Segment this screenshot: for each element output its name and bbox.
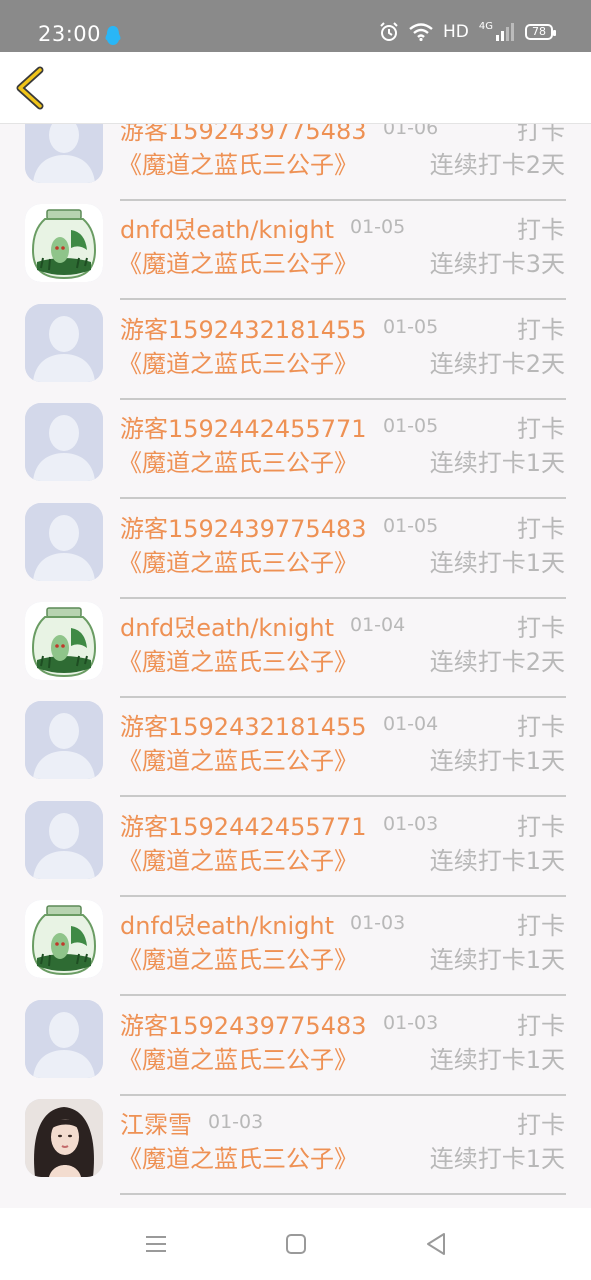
user-name[interactable]: 游客1592439775483 <box>120 124 367 146</box>
checkin-row[interactable]: dnfd뎠eath/knight 01-05 打卡《魔道之蓝氏三公子》 连续打卡3天 <box>0 182 591 301</box>
system-nav-bar <box>0 1208 591 1280</box>
streak-label: 连续打卡1天 <box>429 1045 565 1074</box>
streak-label: 连续打卡3天 <box>429 250 565 279</box>
checkin-action-label[interactable]: 打卡 <box>517 1006 565 1041</box>
streak-label: 连续打卡2天 <box>429 349 565 378</box>
avatar[interactable] <box>25 900 103 979</box>
avatar[interactable] <box>25 1098 103 1177</box>
checkin-row[interactable]: 游客1592432181455 01-04 打卡《魔道之蓝氏三公子》 连续打卡1天 <box>0 679 591 798</box>
streak-label: 连续打卡1天 <box>429 946 565 975</box>
checkin-row[interactable]: 游客1592439775483 01-05 打卡《魔道之蓝氏三公子》 连续打卡1天 <box>0 481 591 599</box>
checkin-action-label[interactable]: 打卡 <box>517 124 565 146</box>
checkin-row[interactable]: 游客1592442455771 01-05 打卡《魔道之蓝氏三公子》 连续打卡1天 <box>0 381 591 500</box>
checkin-date: 01-03 <box>383 1011 439 1034</box>
status-time: 23:00 <box>38 22 102 46</box>
avatar[interactable] <box>25 800 103 879</box>
book-title[interactable]: 《魔道之蓝氏三公子》 <box>118 443 358 478</box>
avatar[interactable] <box>25 204 103 283</box>
checkin-date: 01-05 <box>383 514 439 537</box>
user-name[interactable]: 游客1592439775483 <box>120 509 367 544</box>
user-name[interactable]: 游客1592442455771 <box>120 409 367 444</box>
avatar[interactable] <box>25 124 103 183</box>
battery-icon: 78 <box>525 24 556 40</box>
avatar[interactable] <box>25 999 103 1078</box>
network-type: HD <box>443 22 469 42</box>
checkin-action-label[interactable]: 打卡 <box>517 906 565 941</box>
user-name[interactable]: 游客1592432181455 <box>120 310 367 345</box>
user-name[interactable]: dnfd뎠eath/knight <box>120 906 334 941</box>
status-indicators: HD 4G 78 <box>379 20 556 42</box>
book-title[interactable]: 《魔道之蓝氏三公子》 <box>118 1139 358 1174</box>
wifi-icon <box>409 23 433 41</box>
streak-label: 连续打卡1天 <box>429 846 565 875</box>
avatar[interactable] <box>25 403 103 482</box>
checkin-date: 01-05 <box>383 415 439 438</box>
checkin-row[interactable]: 游客1592439775483 01-06 打卡《魔道之蓝氏三公子》 连续打卡2天 <box>0 124 591 201</box>
streak-label: 连续打卡1天 <box>429 1144 565 1173</box>
row-divider <box>120 1192 566 1195</box>
checkin-action-label[interactable]: 打卡 <box>517 1105 565 1140</box>
streak-label: 连续打卡2天 <box>429 151 565 179</box>
user-name[interactable]: dnfd뎠eath/knight <box>120 210 334 245</box>
checkin-row[interactable]: 游客1592432181455 01-05 打卡《魔道之蓝氏三公子》 连续打卡2天 <box>0 282 591 400</box>
chevron-left-icon <box>16 66 44 110</box>
checkin-date: 01-03 <box>208 1110 264 1133</box>
checkin-action-label[interactable]: 打卡 <box>517 608 565 643</box>
avatar[interactable] <box>25 701 103 780</box>
qq-notification-icon <box>105 26 121 45</box>
checkin-date: 01-03 <box>350 912 406 935</box>
avatar[interactable] <box>25 601 103 680</box>
user-name[interactable]: 江霂雪 <box>120 1105 192 1140</box>
book-title[interactable]: 《魔道之蓝氏三公子》 <box>118 642 358 677</box>
avatar[interactable] <box>25 502 103 581</box>
checkin-row[interactable]: dnfd뎠eath/knight 01-04 打卡《魔道之蓝氏三公子》 连续打卡2天 <box>0 580 591 698</box>
book-title[interactable]: 《魔道之蓝氏三公子》 <box>118 741 358 776</box>
checkin-action-label[interactable]: 打卡 <box>517 509 565 544</box>
checkin-date: 01-03 <box>383 812 439 835</box>
checkin-action-label[interactable]: 打卡 <box>517 707 565 742</box>
streak-label: 连续打卡1天 <box>429 449 565 478</box>
user-name[interactable]: 游客1592432181455 <box>120 707 367 742</box>
book-title[interactable]: 《魔道之蓝氏三公子》 <box>118 841 358 876</box>
checkin-action-label[interactable]: 打卡 <box>517 310 565 345</box>
status-bar: 23:00 HD 4G 78 <box>0 0 591 52</box>
book-title[interactable]: 《魔道之蓝氏三公子》 <box>118 543 358 578</box>
checkin-date: 01-06 <box>383 124 439 139</box>
streak-label: 连续打卡1天 <box>429 747 565 776</box>
back-triangle-icon[interactable] <box>422 1230 450 1258</box>
checkin-date: 01-04 <box>350 613 406 636</box>
streak-label: 连续打卡2天 <box>429 647 565 676</box>
lte-label: 4G <box>478 20 493 32</box>
checkin-action-label[interactable]: 打卡 <box>517 210 565 245</box>
checkin-action-label[interactable]: 打卡 <box>517 409 565 444</box>
streak-label: 连续打卡1天 <box>429 548 565 577</box>
book-title[interactable]: 《魔道之蓝氏三公子》 <box>118 940 358 975</box>
checkin-date: 01-04 <box>383 713 439 736</box>
signal-icon <box>496 23 514 41</box>
home-square-icon[interactable] <box>282 1230 310 1258</box>
alarm-icon <box>380 22 398 41</box>
user-name[interactable]: 游客1592439775483 <box>120 1006 367 1041</box>
menu-icon[interactable] <box>142 1230 170 1258</box>
checkin-row[interactable]: 游客1592439775483 01-03 打卡《魔道之蓝氏三公子》 连续打卡1天 <box>0 978 591 1096</box>
checkin-date: 01-05 <box>383 315 439 338</box>
checkin-date: 01-05 <box>350 216 406 239</box>
app-header <box>0 52 591 124</box>
back-button[interactable] <box>12 66 52 110</box>
user-name[interactable]: 游客1592442455771 <box>120 807 367 842</box>
checkin-row[interactable]: 江霂雪 01-03 打卡《魔道之蓝氏三公子》 连续打卡1天 <box>0 1077 591 1195</box>
book-title[interactable]: 《魔道之蓝氏三公子》 <box>118 1040 358 1075</box>
book-title[interactable]: 《魔道之蓝氏三公子》 <box>118 344 358 379</box>
checkin-list[interactable]: 游客1592439775483 01-06 打卡 《魔道之蓝氏三公子》 连续打卡2天 dn… <box>0 124 591 1208</box>
book-title[interactable]: 《魔道之蓝氏三公子》 <box>118 244 358 279</box>
checkin-row[interactable]: 游客1592442455771 01-03 打卡《魔道之蓝氏三公子》 连续打卡1天 <box>0 779 591 897</box>
checkin-row[interactable]: dnfd뎠eath/knight 01-03 打卡《魔道之蓝氏三公子》 连续打卡1天 <box>0 878 591 997</box>
user-name[interactable]: dnfd뎠eath/knight <box>120 608 334 643</box>
book-title[interactable]: 《魔道之蓝氏三公子》 <box>118 145 358 180</box>
checkin-action-label[interactable]: 打卡 <box>517 807 565 842</box>
avatar[interactable] <box>25 303 103 382</box>
